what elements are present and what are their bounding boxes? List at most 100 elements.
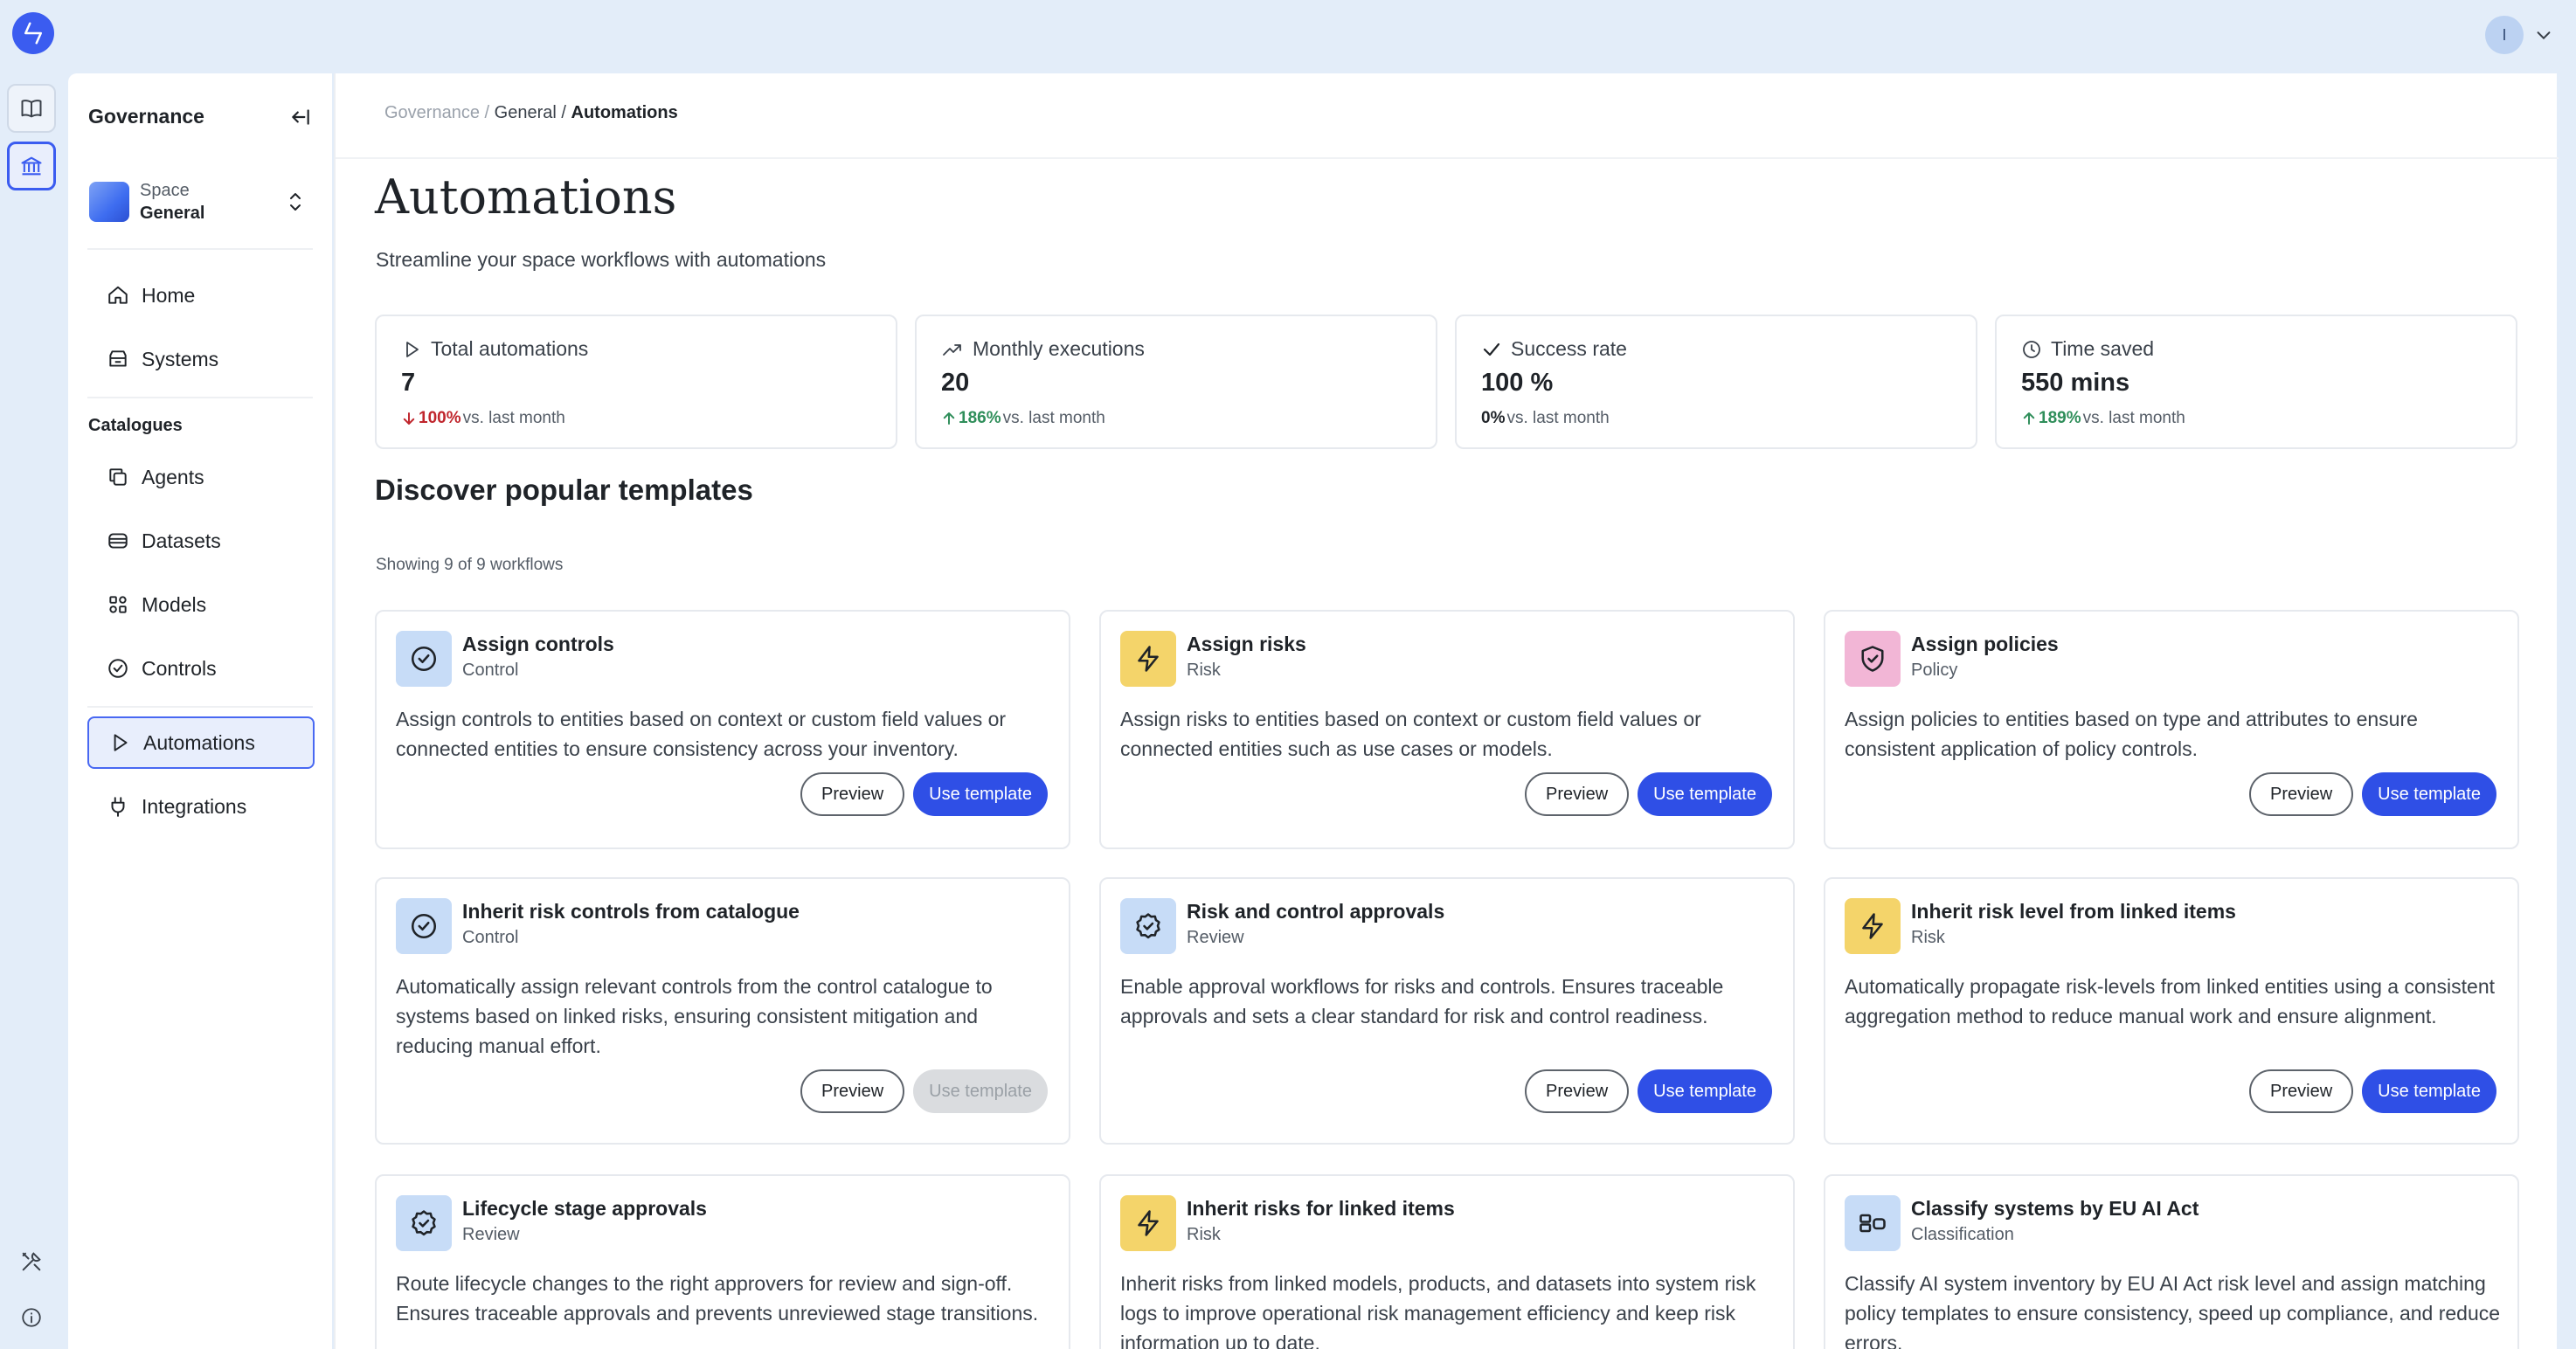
lightning-icon (1138, 1210, 1159, 1236)
sidebar-item-label: Agents (142, 465, 204, 488)
use-template-button[interactable]: Use template (2362, 1069, 2496, 1113)
sidebar-item-systems[interactable]: Systems (87, 333, 315, 385)
header-divider (336, 157, 2559, 159)
space-selector[interactable]: Space General (80, 171, 315, 232)
stat-value: 7 (401, 369, 416, 397)
stat-label: Total automations (431, 337, 589, 360)
tools-icon (22, 1252, 41, 1271)
use-template-button-disabled: Use template (913, 1069, 1048, 1113)
badge-check-icon (412, 1210, 436, 1236)
sidebar-item-agents[interactable]: Agents (87, 451, 315, 503)
governance-rail-button[interactable] (7, 142, 56, 190)
info-rail-button[interactable] (7, 1293, 56, 1342)
user-menu[interactable]: I (2485, 16, 2553, 54)
avatar[interactable]: I (2485, 16, 2524, 54)
stat-change: 189% (2039, 409, 2081, 427)
template-description: Assign risks to entities based on contex… (1120, 708, 1701, 760)
template-type: Risk (1911, 928, 1945, 947)
breadcrumb-current: Automations (571, 103, 678, 122)
sidebar-item-models[interactable]: Models (87, 578, 315, 631)
sidebar-item-controls[interactable]: Controls (87, 642, 315, 695)
preview-button[interactable]: Preview (2249, 1069, 2354, 1113)
shield-check-icon (1861, 646, 1884, 672)
breadcrumb-root[interactable]: Governance (384, 103, 480, 122)
check-icon (1483, 342, 1500, 356)
controls-icon (105, 655, 131, 681)
template-icon (1120, 1195, 1176, 1251)
use-template-button[interactable]: Use template (913, 772, 1048, 816)
app-logo[interactable] (12, 12, 54, 54)
preview-button[interactable]: Preview (1525, 772, 1630, 816)
sidebar-item-home[interactable]: Home (87, 269, 315, 322)
stat-change-suffix: vs. last month (462, 409, 565, 427)
sidebar-item-label: Automations (143, 730, 255, 754)
stat-label: Success rate (1511, 337, 1627, 360)
preview-button[interactable]: Preview (800, 772, 905, 816)
main-content: Governance / General / Automations Autom… (334, 73, 2559, 1349)
stat-card-total-automations: Total automations 7 100% vs. last month (375, 315, 897, 449)
arrow-up-icon (2023, 412, 2035, 425)
stats-row: Total automations 7 100% vs. last month … (375, 315, 2519, 449)
top-bar: I (0, 0, 2576, 70)
preview-button[interactable]: Preview (2249, 772, 2354, 816)
template-title: Inherit risk level from linked items (1911, 900, 2236, 923)
use-template-button[interactable]: Use template (1638, 1069, 1772, 1113)
sidebar-divider (87, 248, 313, 250)
template-title: Lifecycle stage approvals (462, 1197, 707, 1220)
template-icon (1120, 898, 1176, 954)
sidebar-item-datasets[interactable]: Datasets (87, 515, 315, 567)
template-icon (396, 631, 452, 687)
datasets-icon (105, 528, 131, 554)
sidebar-item-integrations[interactable]: Integrations (87, 780, 315, 833)
space-value: General (140, 204, 205, 223)
tools-rail-button[interactable] (7, 1237, 56, 1286)
template-type: Control (462, 661, 519, 680)
stat-card-success-rate: Success rate 100 % 0% vs. last month (1455, 315, 1977, 449)
section-label-catalogues: Catalogues (88, 416, 183, 435)
docs-rail-button[interactable] (7, 84, 56, 133)
sidebar-item-automations[interactable]: Automations (87, 716, 315, 769)
sidebar-divider (87, 706, 313, 708)
page-subtitle: Streamline your space workflows with aut… (376, 248, 827, 271)
template-type: Review (462, 1225, 520, 1244)
template-title: Assign controls (462, 633, 614, 655)
template-description: Assign policies to entities based on typ… (1845, 708, 2418, 760)
template-description: Enable approval workflows for risks and … (1120, 975, 1724, 1027)
systems-icon (105, 346, 131, 372)
arrow-up-icon (943, 412, 955, 425)
template-icon (1120, 631, 1176, 687)
template-card-inherit-risk-controls: Inherit risk controls from catalogue Con… (375, 877, 1070, 1145)
sidebar-item-label: Models (142, 592, 207, 616)
template-type: Review (1187, 928, 1244, 947)
template-title: Inherit risk controls from catalogue (462, 900, 800, 923)
classify-icon (1859, 1214, 1886, 1233)
collapse-left-icon (292, 109, 309, 125)
stat-change-suffix: vs. last month (1002, 409, 1105, 427)
stat-change: 0% (1481, 409, 1506, 427)
template-description: Automatically assign relevant controls f… (396, 975, 993, 1057)
sidebar-item-label: Controls (142, 656, 217, 680)
sidebar-item-label: Home (142, 283, 196, 307)
sidebar-item-label: Datasets (142, 529, 221, 552)
sidebar-divider (87, 397, 313, 398)
trending-up-icon (943, 343, 961, 356)
use-template-button[interactable]: Use template (2362, 772, 2496, 816)
preview-button[interactable]: Preview (1525, 1069, 1630, 1113)
agents-icon (105, 464, 131, 490)
play-icon (107, 730, 133, 756)
models-icon (105, 591, 131, 618)
sidebar: Governance Space General Home Systems Ca… (68, 73, 332, 1349)
stat-label: Time saved (2051, 337, 2155, 360)
template-card-inherit-risk-level: Inherit risk level from linked items Ris… (1824, 877, 2519, 1145)
templates-count: Showing 9 of 9 workflows (376, 556, 564, 574)
stat-change: 186% (959, 409, 1001, 427)
sidebar-item-label: Integrations (142, 794, 247, 818)
space-avatar (89, 182, 129, 222)
use-template-button[interactable]: Use template (1638, 772, 1772, 816)
lightning-icon (1138, 646, 1159, 672)
template-description: Route lifecycle changes to the right app… (396, 1272, 1039, 1325)
chevron-down-icon[interactable] (2534, 25, 2553, 45)
collapse-sidebar-button[interactable] (287, 103, 315, 131)
breadcrumb-space[interactable]: General (495, 103, 557, 122)
preview-button[interactable]: Preview (800, 1069, 905, 1113)
